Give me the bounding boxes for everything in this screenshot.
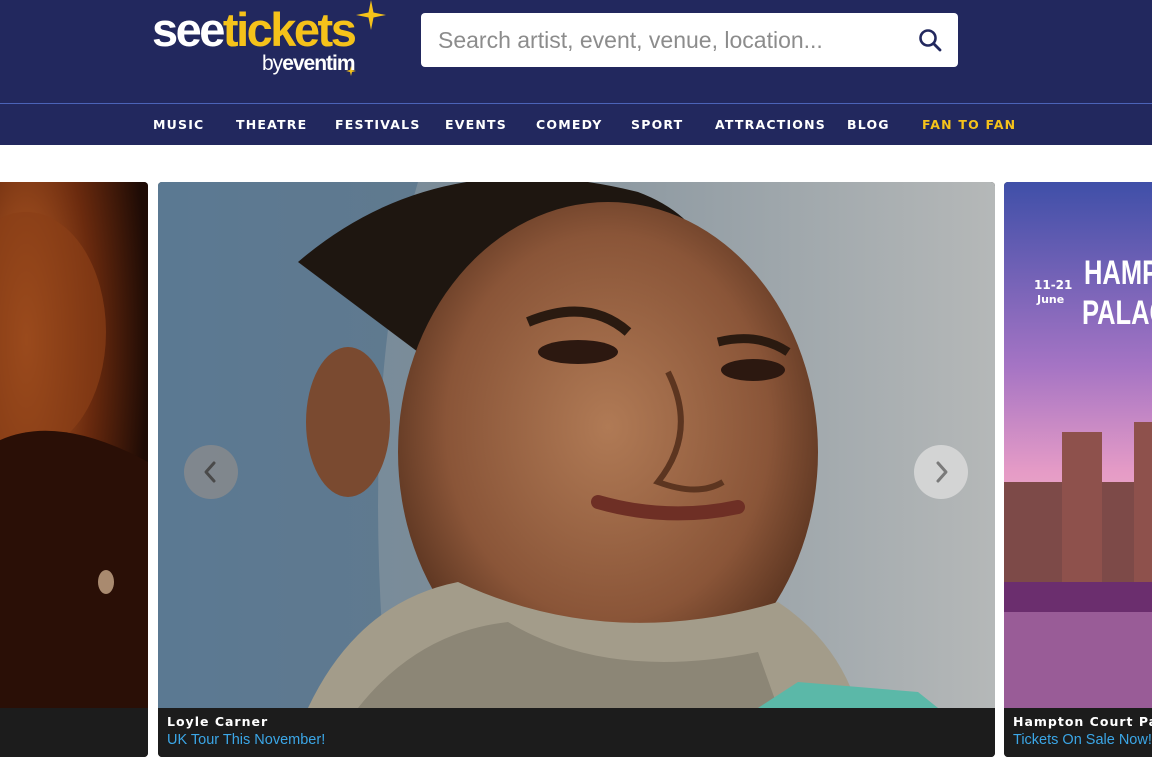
carousel-slide-next[interactable]: 11-21 June HAMPT PALAC Hampton Court Pal…	[1004, 182, 1152, 757]
site-header: seetickets byeventim	[0, 0, 1152, 103]
slide-title: Hampton Court Palac	[1013, 714, 1152, 729]
nav-theatre[interactable]: THEATRE	[236, 104, 307, 145]
loyle-carner-photo	[158, 182, 995, 708]
seetickets-logo[interactable]: seetickets byeventim	[152, 0, 392, 82]
sparkle-star-icon	[356, 0, 386, 30]
search-input[interactable]	[438, 13, 908, 67]
poster-heading-line1: HAMPT	[1084, 254, 1152, 292]
nav-comedy[interactable]: COMEDY	[536, 104, 603, 145]
next-slide-caption: Hampton Court Palac Tickets On Sale Now!	[1004, 708, 1152, 757]
logo-wordmark: seetickets	[152, 3, 357, 56]
slide-title: Loyle Carner	[167, 714, 269, 729]
chevron-left-icon	[204, 461, 216, 483]
nav-fan-to-fan[interactable]: FAN TO FAN	[922, 104, 1016, 145]
main-nav: MUSIC THEATRE FESTIVALS EVENTS COMEDY SP…	[0, 103, 1152, 145]
previous-slide-caption	[0, 708, 148, 757]
carousel-slide-previous[interactable]	[0, 182, 148, 757]
nav-sport[interactable]: SPORT	[631, 104, 683, 145]
poster-month: June	[1037, 293, 1065, 306]
slide-subtitle-link[interactable]: Tickets On Sale Now!	[1013, 732, 1152, 748]
search-icon[interactable]	[918, 28, 942, 52]
nav-events[interactable]: EVENTS	[445, 104, 507, 145]
carousel-next-button[interactable]	[914, 445, 968, 499]
slide-subtitle-link[interactable]: UK Tour This November!	[167, 732, 325, 748]
carousel-slide-main[interactable]: Loyle Carner UK Tour This November!	[158, 182, 995, 757]
search-bar	[421, 13, 958, 67]
nav-attractions[interactable]: ATTRACTIONS	[715, 104, 826, 145]
previous-slide-image	[0, 182, 148, 708]
chevron-right-icon	[936, 461, 948, 483]
poster-dates: 11-21	[1034, 278, 1073, 292]
logo-byline: byeventim	[262, 52, 356, 75]
carousel-prev-button[interactable]	[184, 445, 238, 499]
poster-heading-line2: PALAC	[1082, 294, 1152, 332]
main-slide-caption: Loyle Carner UK Tour This November!	[158, 708, 995, 757]
nav-blog[interactable]: BLOG	[847, 104, 890, 145]
nav-festivals[interactable]: FESTIVALS	[335, 104, 421, 145]
nav-music[interactable]: MUSIC	[153, 104, 204, 145]
